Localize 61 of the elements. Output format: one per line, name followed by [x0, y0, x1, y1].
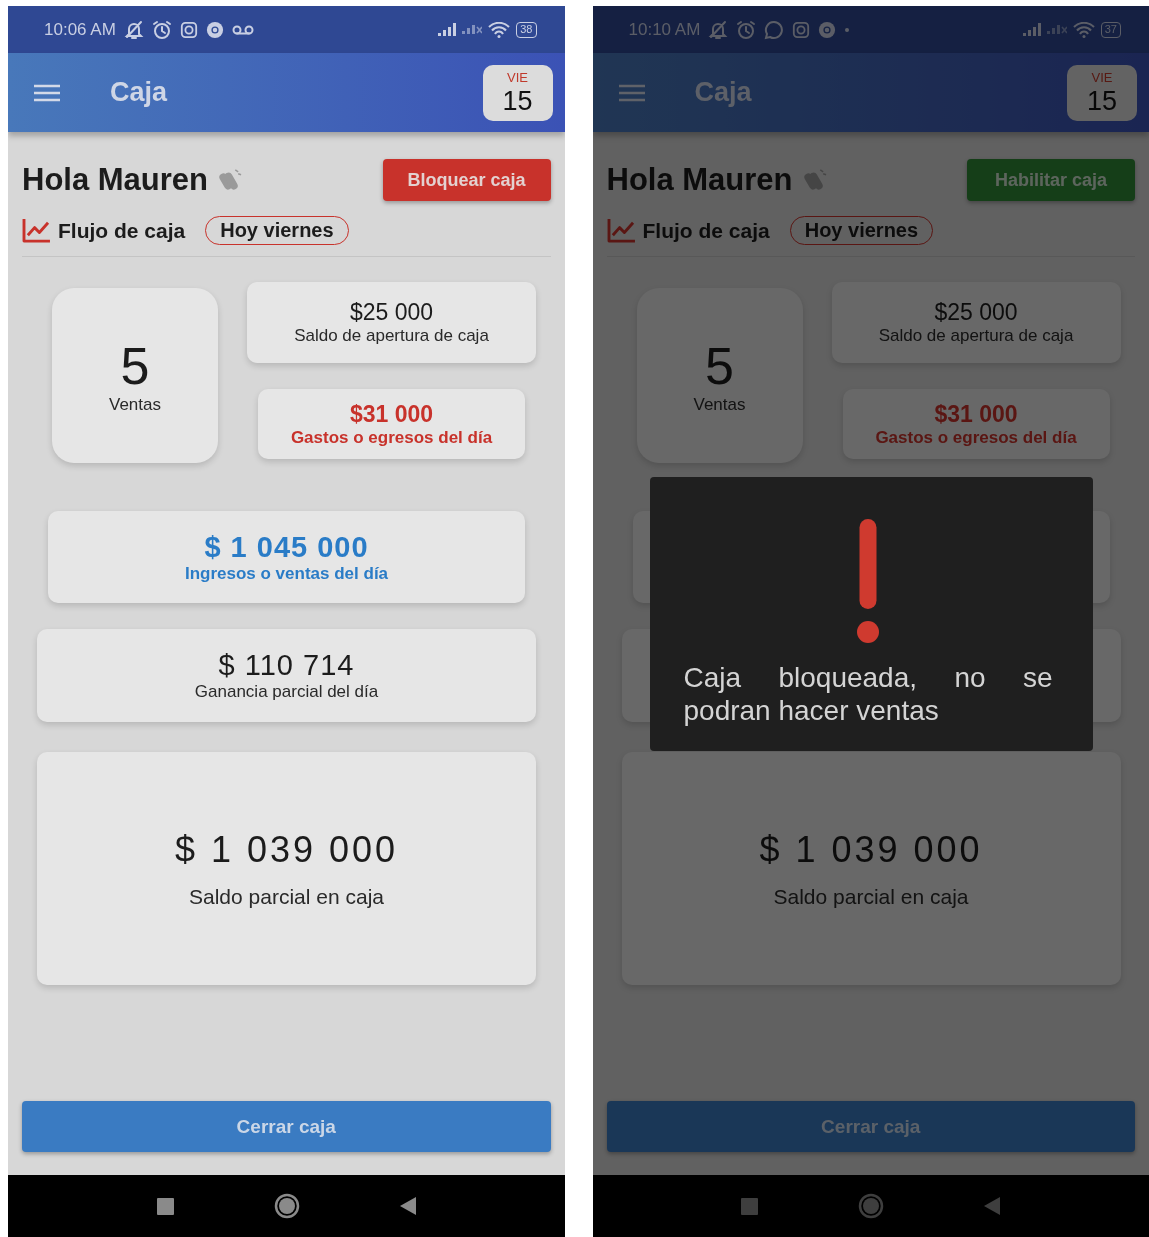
sales-label: Ventas [693, 394, 746, 415]
menu-icon[interactable] [34, 82, 60, 103]
amount: $ 1 045 000 [204, 530, 369, 564]
amount-label: Saldo parcial en caja [773, 884, 969, 909]
status-time: 10:10 AM [628, 19, 701, 40]
battery-level: 38 [520, 24, 533, 35]
amount: $25 000 [349, 299, 434, 326]
day-number: 15 [1086, 85, 1117, 116]
app-title: Caja [694, 77, 752, 108]
sales-count: 5 [705, 336, 734, 395]
amount-label: Saldo de apertura de caja [294, 326, 489, 346]
signal-icon [438, 23, 457, 36]
amount: $ 1 039 000 [759, 828, 983, 871]
no-signal-icon [462, 25, 483, 34]
amount-label: Gastos o egresos del día [290, 427, 493, 448]
chat-bubble-icon [764, 19, 785, 40]
alert-message: Caja bloqueada, no se podran hacer ventas [683, 661, 1053, 727]
alarm-clock-icon [151, 19, 172, 40]
amount: $25 000 [934, 299, 1018, 326]
close-register-button[interactable]: Cerrar caja [22, 1101, 551, 1152]
status-time: 10:06 AM [44, 19, 116, 40]
greeting: Hola Mauren [22, 162, 209, 198]
line-chart-icon [606, 218, 636, 243]
line-chart-icon [22, 218, 51, 243]
camera-icon [179, 20, 198, 39]
wifi-icon [488, 21, 511, 38]
exclamation-icon [857, 519, 879, 643]
sales-label: Ventas [109, 394, 161, 415]
alarm-clock-icon [736, 19, 757, 40]
amount: $ 1 039 000 [174, 828, 399, 871]
voicemail-icon [231, 23, 254, 36]
recents-icon[interactable] [156, 1197, 174, 1215]
signal-icon [1022, 23, 1041, 36]
action-button[interactable]: Habilitar caja [967, 159, 1135, 201]
amount-label: Ingresos o ventas del día [184, 563, 389, 584]
weekday: VIE [1091, 69, 1113, 86]
bell-off-icon [708, 19, 729, 40]
home-icon[interactable] [273, 1193, 300, 1219]
amount: $ 110 714 [218, 649, 355, 682]
greeting: Hola Mauren [606, 162, 793, 198]
section-title: Flujo de caja [642, 218, 770, 243]
dot-icon [844, 26, 851, 33]
weekday: VIE [507, 69, 528, 86]
amount: $31 000 [349, 400, 434, 428]
amount-label: Ganancia parcial del día [194, 682, 379, 702]
close-register-button[interactable]: Cerrar caja [606, 1101, 1135, 1152]
sales-count: 5 [120, 336, 150, 395]
menu-icon[interactable] [618, 82, 645, 103]
app-title: Caja [110, 77, 168, 108]
camera-icon [792, 20, 811, 39]
amount-label: Gastos o egresos del día [875, 427, 1077, 448]
section-title: Flujo de caja [58, 218, 186, 243]
bell-off-icon [123, 19, 144, 40]
amount-label: Saldo parcial en caja [189, 884, 384, 909]
amount-label: Saldo de apertura de caja [878, 326, 1074, 346]
wifi-icon [1072, 21, 1095, 38]
amount: $31 000 [934, 400, 1018, 428]
action-button[interactable]: Bloquear caja [382, 159, 551, 201]
back-icon[interactable] [399, 1197, 416, 1215]
day-number: 15 [502, 85, 533, 116]
battery-level: 37 [1104, 24, 1117, 35]
